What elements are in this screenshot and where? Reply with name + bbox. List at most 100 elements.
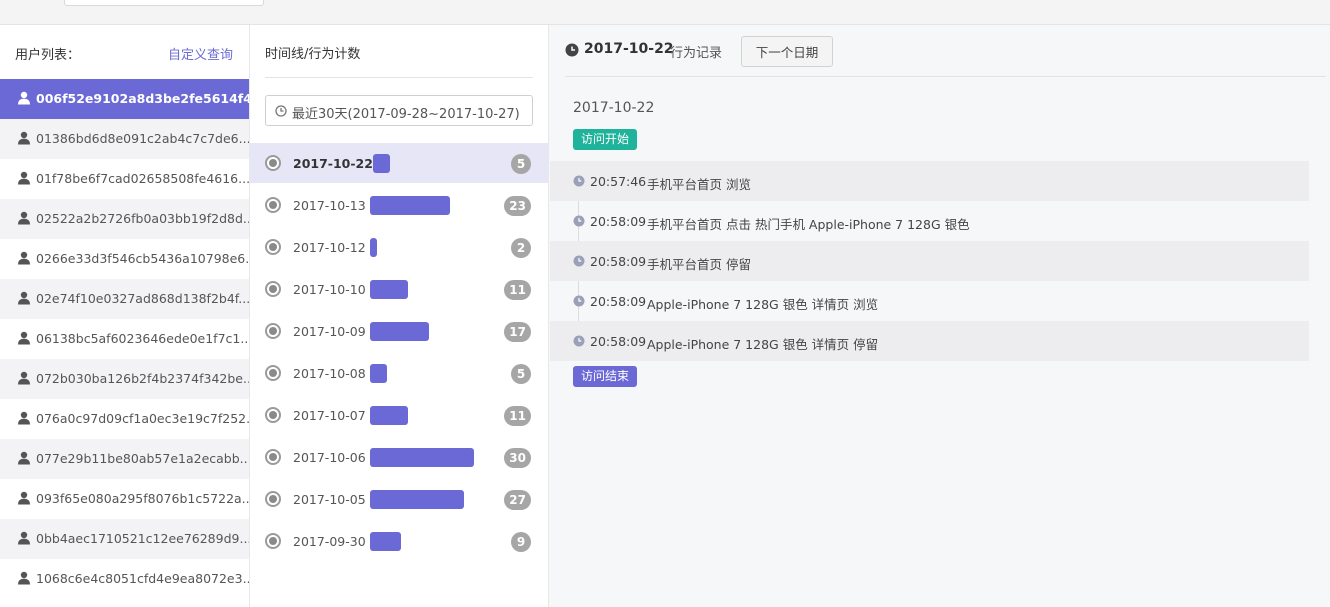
user-list-item[interactable]: 01f78be6f7cad02658508fe4616... (0, 159, 249, 199)
top-search-input[interactable] (64, 0, 264, 6)
user-list-header: 用户列表： 自定义查询 (0, 25, 249, 79)
user-list-item[interactable]: 02522a2b2726fb0a03bb19f2d8d... (0, 199, 249, 239)
event-time: 20:57:46 (590, 174, 647, 189)
detail-date: 2017-10-22 (584, 41, 674, 57)
day-count-bar (370, 238, 377, 257)
user-id: 077e29b11be80ab57e1a2ecabb... (36, 451, 249, 466)
user-list-item[interactable]: 093f65e080a295f8076b1c5722a... (0, 479, 249, 519)
event-row: 20:58:09 手机平台首页 停留 (550, 241, 1309, 281)
day-count-bar (373, 154, 390, 173)
day-count-bar (370, 532, 401, 551)
timeline-panel: 时间线/行为计数 最近30天(2017-09-28~2017-10-27) 20… (250, 25, 549, 607)
user-list-item[interactable]: 1068c6e4c8051cfd4e9ea8072e3... (0, 559, 249, 599)
radio-icon[interactable] (265, 407, 281, 423)
event-time: 20:58:09 (590, 254, 647, 269)
day-date: 2017-10-12 (293, 240, 366, 255)
user-list-item[interactable]: 01386bd6d8e091c2ab4c7c7de6... (0, 119, 249, 159)
user-list-panel: 用户列表： 自定义查询 006f52e9102a8d3be2fe5614f4..… (0, 25, 250, 607)
user-list-item[interactable]: 0bb4aec1710521c12ee76289d9... (0, 519, 249, 559)
day-date: 2017-10-09 (293, 324, 366, 339)
clock-icon (565, 43, 579, 57)
user-id: 072b030ba126b2f4b2374f342be... (36, 371, 249, 386)
user-list-title: 用户列表： (15, 48, 81, 63)
day-date: 2017-09-30 (293, 534, 366, 549)
event-description: 手机平台首页 点击 热门手机 Apple-iPhone 7 128G 银色 (647, 217, 970, 232)
radio-icon[interactable] (265, 365, 281, 381)
event-row: 20:58:09 Apple-iPhone 7 128G 银色 详情页 浏览 (550, 281, 1309, 321)
radio-icon[interactable] (265, 491, 281, 507)
user-list-item[interactable]: 006f52e9102a8d3be2fe5614f4... (0, 79, 249, 119)
user-id: 006f52e9102a8d3be2fe5614f4... (36, 91, 249, 106)
user-icon (18, 251, 30, 265)
day-count-bar (370, 364, 387, 383)
user-list: 006f52e9102a8d3be2fe5614f4... 01386bd6d8e… (0, 79, 249, 599)
timeline-day-row[interactable]: 2017-10-10 11 (250, 269, 549, 309)
radio-icon[interactable] (265, 197, 281, 213)
event-row: 20:57:46 手机平台首页 浏览 (550, 161, 1309, 201)
clock-icon (573, 175, 585, 187)
custom-query-link[interactable]: 自定义查询 (168, 44, 233, 63)
event-time: 20:58:09 (590, 294, 647, 309)
day-count-bar (370, 448, 474, 467)
clock-icon (573, 295, 585, 307)
user-id: 02e74f10e0327ad868d138f2b4f... (36, 291, 249, 306)
event-row: 20:58:09 Apple-iPhone 7 128G 银色 详情页 停留 (550, 321, 1309, 361)
radio-icon[interactable] (265, 281, 281, 297)
timeline-day-row[interactable]: 2017-10-05 27 (250, 479, 549, 519)
day-count-badge: 17 (504, 322, 531, 342)
user-list-item[interactable]: 06138bc5af6023646ede0e1f7c1... (0, 319, 249, 359)
day-count-bar (370, 280, 408, 299)
next-date-button[interactable]: 下一个日期 (741, 36, 833, 67)
clock-icon (573, 215, 585, 227)
user-icon (18, 291, 30, 305)
event-row: 20:58:09 手机平台首页 点击 热门手机 Apple-iPhone 7 12… (550, 201, 1309, 241)
timeline-day-row[interactable]: 2017-10-06 30 (250, 437, 549, 477)
radio-icon[interactable] (265, 239, 281, 255)
user-icon (18, 451, 30, 465)
radio-icon[interactable] (265, 155, 281, 171)
top-bar (0, 0, 1330, 25)
day-date: 2017-10-06 (293, 450, 366, 465)
user-id: 1068c6e4c8051cfd4e9ea8072e3... (36, 571, 249, 586)
user-id: 06138bc5af6023646ede0e1f7c1... (36, 331, 249, 346)
timeline-day-row[interactable]: 2017-10-12 2 (250, 227, 549, 267)
user-list-item[interactable]: 072b030ba126b2f4b2374f342be... (0, 359, 249, 399)
clock-icon (573, 255, 585, 267)
timeline-day-row[interactable]: 2017-10-07 11 (250, 395, 549, 435)
day-date: 2017-10-22 (293, 156, 373, 171)
detail-panel: 2017-10-22 行为记录 下一个日期 2017-10-22 访问开始 20… (550, 25, 1330, 607)
day-count-badge: 9 (511, 532, 531, 552)
event-description: 手机平台首页 浏览 (647, 177, 751, 192)
radio-icon[interactable] (265, 533, 281, 549)
day-date: 2017-10-05 (293, 492, 366, 507)
timeline-day-row[interactable]: 2017-10-08 5 (250, 353, 549, 393)
clock-icon (275, 105, 287, 117)
day-count-bar (370, 490, 464, 509)
date-range-picker[interactable]: 最近30天(2017-09-28~2017-10-27) (265, 95, 533, 126)
user-icon (18, 131, 30, 145)
date-range-label: 最近30天(2017-09-28~2017-10-27) (292, 107, 520, 122)
radio-icon[interactable] (265, 323, 281, 339)
event-description: Apple-iPhone 7 128G 银色 详情页 停留 (647, 337, 879, 352)
user-icon (18, 331, 30, 345)
day-count-badge: 11 (504, 406, 531, 426)
user-list-item[interactable]: 077e29b11be80ab57e1a2ecabb... (0, 439, 249, 479)
user-id: 0bb4aec1710521c12ee76289d9... (36, 531, 249, 546)
user-icon (18, 91, 30, 105)
timeline-day-row[interactable]: 2017-10-09 17 (250, 311, 549, 351)
timeline-day-row[interactable]: 2017-10-22 5 (250, 143, 549, 183)
user-id: 02522a2b2726fb0a03bb19f2d8d... (36, 211, 249, 226)
timeline-day-row[interactable]: 2017-10-13 23 (250, 185, 549, 225)
timeline-day-row[interactable]: 2017-09-30 9 (250, 521, 549, 561)
detail-title: 行为记录 (670, 46, 723, 61)
user-id: 076a0c97d09cf1a0ec3e19c7f252... (36, 411, 249, 426)
day-count-badge: 5 (511, 364, 531, 384)
user-list-item[interactable]: 0266e33d3f546cb5436a10798e6... (0, 239, 249, 279)
user-list-item[interactable]: 076a0c97d09cf1a0ec3e19c7f252... (0, 399, 249, 439)
user-id: 0266e33d3f546cb5436a10798e6... (36, 251, 249, 266)
radio-icon[interactable] (265, 449, 281, 465)
user-icon (18, 171, 30, 185)
day-count-badge: 30 (504, 448, 531, 468)
day-date: 2017-10-07 (293, 408, 366, 423)
user-list-item[interactable]: 02e74f10e0327ad868d138f2b4f... (0, 279, 249, 319)
